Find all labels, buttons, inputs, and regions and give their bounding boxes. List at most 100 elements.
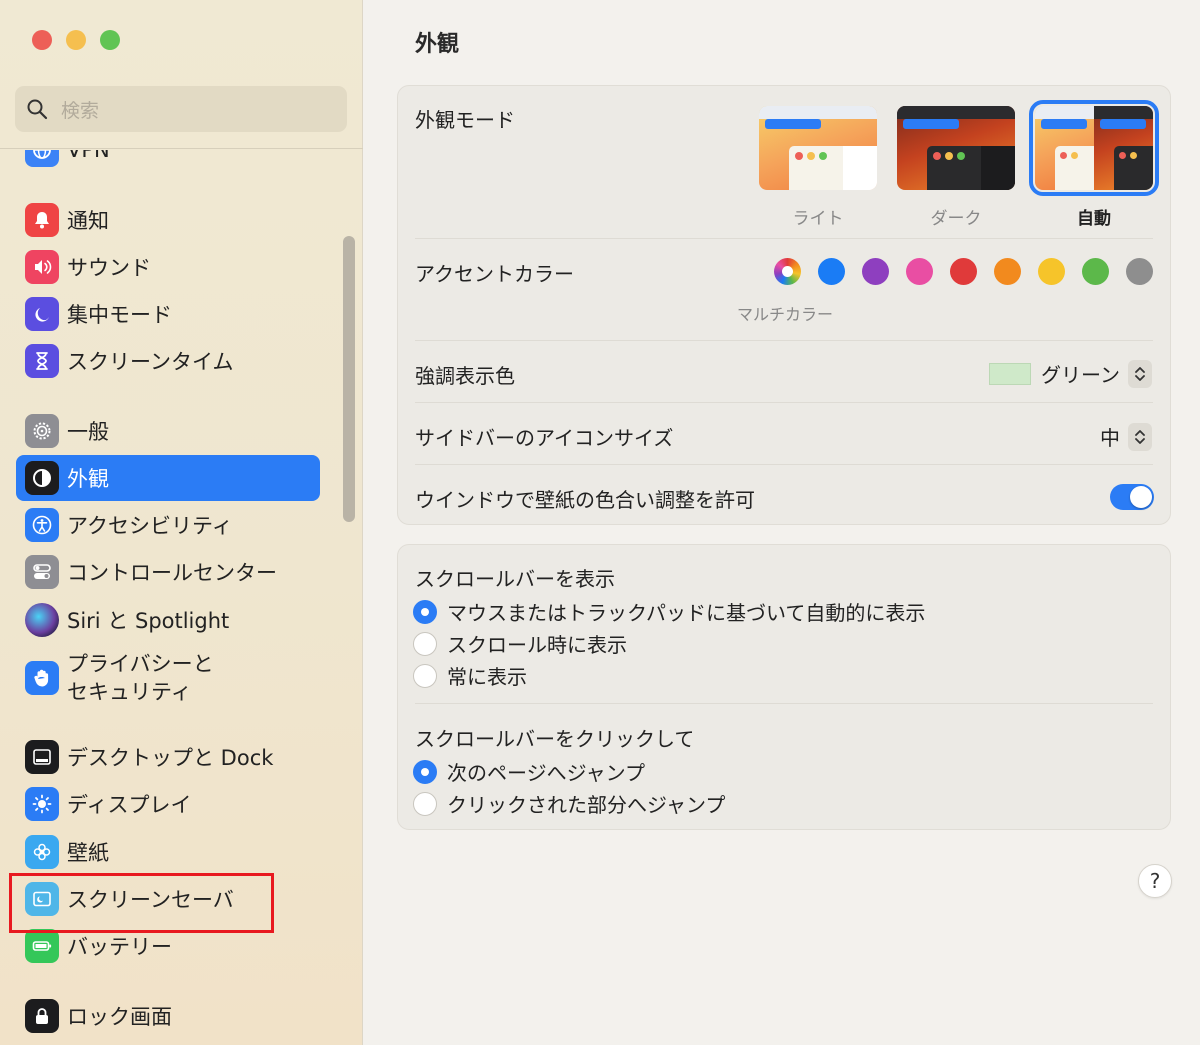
sidebar-item-screen-time[interactable]: スクリーンタイム	[16, 338, 320, 384]
radio-option-auto-show[interactable]: マウスまたはトラックパッドに基づいて自動的に表示	[413, 597, 925, 626]
brightness-icon	[25, 787, 59, 821]
radio-option-when-scrolling[interactable]: スクロール時に表示	[413, 629, 627, 658]
appearance-settings-card: 外観モード ライト ダーク 自動 アクセントカラー マルチカラー 強調表示色 グ…	[397, 85, 1171, 525]
accent-swatch-green[interactable]	[1082, 258, 1109, 285]
mode-option-label: ダーク	[930, 209, 982, 229]
sidebar-item-accessibility[interactable]: アクセシビリティ	[16, 502, 320, 548]
mode-option-label: ライト	[792, 209, 844, 229]
sidebar-item-siri-spotlight[interactable]: Siri と Spotlight	[16, 597, 320, 643]
radio-button[interactable]	[413, 663, 437, 688]
moon-icon	[25, 297, 59, 331]
highlight-color-swatch	[989, 362, 1031, 385]
bell-icon	[25, 203, 59, 237]
minimize-window-button[interactable]	[66, 30, 86, 50]
radio-label: スクロール時に表示	[447, 633, 627, 657]
sidebar-item-sound[interactable]: サウンド	[16, 244, 320, 290]
row-divider	[415, 340, 1153, 341]
speaker-icon	[25, 250, 59, 284]
sidebar-item-wallpaper[interactable]: 壁紙	[16, 829, 320, 875]
help-button[interactable]: ?	[1138, 864, 1172, 898]
accent-swatch-red[interactable]	[950, 258, 977, 285]
accent-swatch-graphite[interactable]	[1126, 258, 1153, 285]
search-field[interactable]: 検索	[15, 86, 347, 132]
mode-option-label: 自動	[1077, 209, 1111, 229]
highlight-color-label: 強調表示色	[415, 364, 515, 388]
accent-swatch-yellow[interactable]	[1038, 258, 1065, 285]
accent-swatch-pink[interactable]	[906, 258, 933, 285]
mode-option-auto[interactable]: 自動	[1029, 100, 1159, 229]
radio-button[interactable]	[413, 759, 437, 784]
appearance-icon	[25, 461, 59, 495]
search-icon	[27, 99, 48, 120]
sidebar-item-appearance[interactable]: 外観	[16, 455, 320, 501]
click-scrollbar-label: スクロールバーをクリックして	[415, 727, 695, 751]
zoom-window-button[interactable]	[100, 30, 120, 50]
sidebar-item-general[interactable]: 一般	[16, 408, 320, 454]
globe-icon	[25, 150, 59, 167]
sidebar-item-label: 一般	[67, 420, 109, 444]
radio-option-clicked-spot[interactable]: クリックされた部分へジャンプ	[413, 789, 725, 818]
sidebar-divider	[0, 148, 363, 149]
sidebar-item-label: 通知	[67, 209, 109, 233]
main-pane: 外観 外観モード ライト ダーク 自動 アクセントカラー マルチカラー 強調表示…	[364, 0, 1200, 1045]
wallpaper-tint-label: ウインドウで壁紙の色合い調整を許可	[415, 488, 755, 512]
flower-icon	[25, 835, 59, 869]
sidebar-icon-size-popup[interactable]: 中	[1100, 422, 1152, 451]
sidebar-item-label: 外観	[67, 467, 109, 491]
row-divider	[415, 464, 1153, 465]
accent-color-label: アクセントカラー	[415, 262, 574, 286]
wallpaper-tint-toggle[interactable]	[1110, 484, 1154, 510]
gear-icon	[25, 414, 59, 448]
sidebar-item-label: プライバシーと セキュリティ	[67, 652, 214, 704]
accent-selected-label: マルチカラー	[737, 305, 834, 324]
radio-button[interactable]	[413, 791, 437, 816]
radio-label: 常に表示	[447, 665, 527, 689]
sidebar-item-label: デスクトップと Dock	[67, 746, 274, 770]
mode-option-dark[interactable]: ダーク	[897, 106, 1015, 229]
sidebar-item-control-center[interactable]: コントロールセンター	[16, 549, 320, 595]
mode-option-light[interactable]: ライト	[759, 106, 877, 229]
sidebar-item-vpn[interactable]: VPN	[16, 138, 320, 170]
sidebar-item-notifications[interactable]: 通知	[16, 197, 320, 243]
dark-mode-preview	[897, 106, 1015, 190]
auto-mode-preview	[1029, 100, 1159, 196]
sidebar-item-privacy-security[interactable]: プライバシーと セキュリティ	[16, 645, 320, 711]
radio-option-next-page[interactable]: 次のページへジャンプ	[413, 757, 645, 786]
sidebar-item-label: ロック画面	[67, 1005, 172, 1029]
radio-button[interactable]	[413, 599, 437, 624]
accent-swatch-purple[interactable]	[862, 258, 889, 285]
sidebar-icon-size-value: 中	[1100, 426, 1120, 450]
sidebar-item-label: 集中モード	[67, 303, 172, 327]
sidebar-item-lock-screen[interactable]: ロック画面	[16, 993, 320, 1039]
accent-swatch-orange[interactable]	[994, 258, 1021, 285]
chevron-updown-icon	[1128, 422, 1152, 451]
sidebar-item-label: アクセシビリティ	[67, 514, 233, 538]
sidebar: 検索 VPN 通知 サウンド 集中モード スクリーンタイム 一般 外観 アクセシ…	[0, 0, 363, 1045]
accent-swatch-blue[interactable]	[818, 258, 845, 285]
accessibility-icon	[25, 508, 59, 542]
sidebar-item-displays[interactable]: ディスプレイ	[16, 781, 320, 827]
radio-button[interactable]	[413, 631, 437, 656]
accent-swatch-multicolor[interactable]	[774, 258, 801, 285]
sidebar-item-label: コントロールセンター	[67, 561, 277, 585]
page-title: 外観	[415, 32, 460, 57]
toggle-knob	[1130, 486, 1152, 508]
radio-label: 次のページへジャンプ	[447, 761, 645, 785]
highlight-color-popup[interactable]: グリーン	[989, 359, 1152, 388]
radio-option-always[interactable]: 常に表示	[413, 661, 527, 690]
radio-label: マウスまたはトラックパッドに基づいて自動的に表示	[447, 601, 926, 625]
close-window-button[interactable]	[32, 30, 52, 50]
sidebar-item-label: VPN	[67, 138, 110, 162]
sidebar-icon-size-label: サイドバーのアイコンサイズ	[415, 426, 674, 450]
annotation-highlight-box	[9, 873, 274, 933]
toggles-icon	[25, 555, 59, 589]
hourglass-icon	[25, 344, 59, 378]
sidebar-item-desktop-dock[interactable]: デスクトップと Dock	[16, 734, 320, 780]
sidebar-item-focus[interactable]: 集中モード	[16, 291, 320, 337]
sidebar-scrollbar[interactable]	[343, 236, 355, 522]
battery-icon	[25, 929, 59, 963]
hand-icon	[25, 661, 59, 695]
radio-label: クリックされた部分へジャンプ	[447, 793, 726, 817]
row-divider	[415, 703, 1153, 704]
lock-icon	[25, 999, 59, 1033]
